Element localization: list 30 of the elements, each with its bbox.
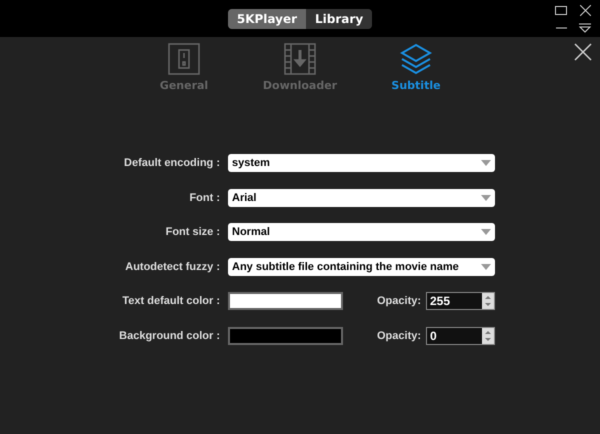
color-swatch[interactable] bbox=[228, 326, 343, 344]
setting-label: Autodetect fuzzy : bbox=[124, 260, 221, 272]
film-download-icon bbox=[284, 43, 316, 75]
dropdown-menu-icon[interactable] bbox=[576, 21, 594, 35]
dropdown[interactable]: Arial bbox=[228, 188, 495, 206]
close-icon[interactable] bbox=[574, 43, 592, 61]
view-switch-button[interactable]: 5KPlayer bbox=[228, 8, 306, 28]
opacity-spinbox[interactable]: 255 bbox=[426, 292, 495, 310]
opacity-label: Opacity: bbox=[377, 330, 422, 342]
setting-label: Default encoding : bbox=[123, 157, 221, 169]
settings-tab[interactable]: Subtitle bbox=[372, 37, 460, 95]
spin-arrows-icon[interactable] bbox=[482, 328, 494, 344]
setting-label: Font size : bbox=[164, 226, 221, 238]
setting-label: Background color : bbox=[118, 330, 221, 342]
dropdown[interactable]: system bbox=[228, 154, 495, 172]
layers-icon bbox=[400, 43, 432, 75]
setting-label: Font : bbox=[188, 192, 221, 204]
caret-icon bbox=[481, 229, 491, 235]
caret-icon bbox=[481, 194, 491, 200]
caret-icon bbox=[481, 160, 491, 166]
opacity-label: Opacity: bbox=[377, 295, 422, 307]
color-swatch[interactable] bbox=[228, 292, 343, 310]
setting-label: Text default color : bbox=[121, 295, 221, 307]
caret-icon bbox=[481, 264, 491, 270]
switch-icon bbox=[168, 43, 200, 75]
dropdown[interactable]: Any subtitle file containing the movie name bbox=[228, 258, 495, 276]
maximize-icon[interactable] bbox=[552, 3, 570, 17]
dropdown[interactable]: Normal bbox=[228, 223, 495, 241]
spin-arrows-icon[interactable] bbox=[482, 293, 494, 309]
opacity-spinbox[interactable]: 0 bbox=[426, 326, 495, 344]
